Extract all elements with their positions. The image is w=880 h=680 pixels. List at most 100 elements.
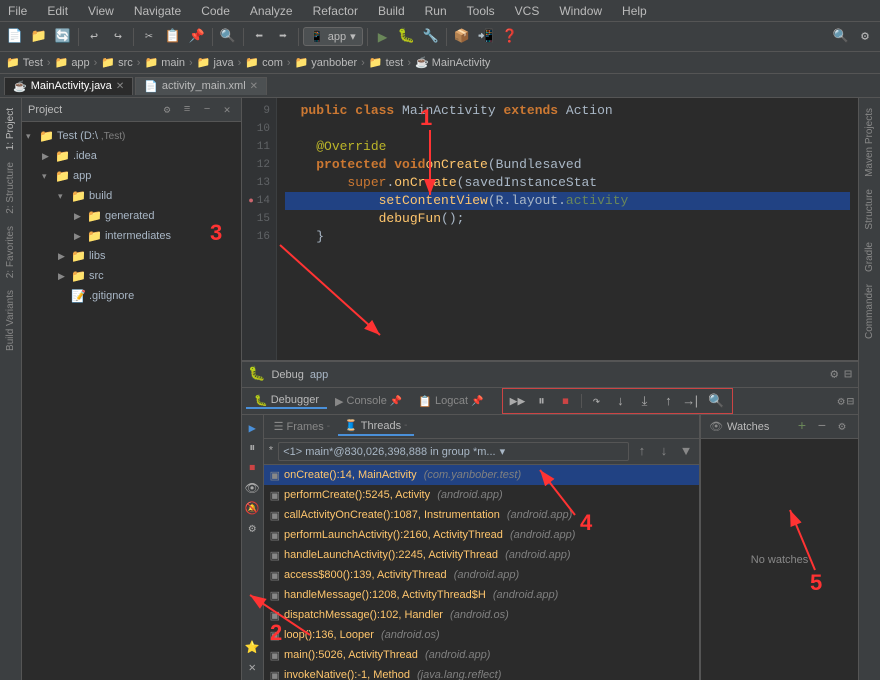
search-everywhere-btn[interactable]: 🔍: [830, 26, 852, 48]
threads-tab[interactable]: 🧵 Threads -: [338, 417, 413, 436]
new-file-btn[interactable]: 📄: [4, 26, 26, 48]
tab-mainactivity[interactable]: ☕ MainActivity.java ✕: [4, 77, 133, 95]
breadcrumb-main[interactable]: 📁 main: [144, 56, 185, 69]
tree-item-gitignore[interactable]: ▶ 📝 .gitignore: [22, 286, 241, 306]
force-step-into-btn[interactable]: ⤓: [634, 391, 656, 411]
menu-vcs[interactable]: VCS: [511, 2, 544, 20]
remove-watch-btn[interactable]: −: [814, 419, 830, 435]
menu-navigate[interactable]: Navigate: [130, 2, 185, 20]
breadcrumb-test[interactable]: 📁 Test: [6, 56, 43, 69]
settings-side-btn[interactable]: ⚙: [243, 519, 261, 537]
code-editor[interactable]: public class MainActivity extends Action…: [277, 98, 858, 360]
forward-btn[interactable]: ➡: [272, 26, 294, 48]
pause-side-btn[interactable]: ⏸: [243, 439, 261, 457]
open-btn[interactable]: 📁: [28, 26, 50, 48]
favorites-side-btn[interactable]: ⭐: [243, 638, 261, 656]
mute-side-btn[interactable]: 🔕: [243, 499, 261, 517]
tree-item-app[interactable]: ▾ 📁 app: [22, 166, 241, 186]
view-side-btn[interactable]: 👁: [243, 479, 261, 497]
frame-item-10[interactable]: ▣ invokeNative():-1, Method (java.lang.r…: [264, 665, 699, 680]
pin-console-icon[interactable]: 📌: [390, 396, 402, 407]
menu-window[interactable]: Window: [555, 2, 606, 20]
cut-btn[interactable]: ✂: [138, 26, 160, 48]
menu-tools[interactable]: Tools: [463, 2, 499, 20]
project-close-btn[interactable]: ✕: [219, 102, 235, 118]
tree-item-intermediates[interactable]: ▶ 📁 intermediates: [22, 226, 241, 246]
thread-dropdown[interactable]: <1> main*@830,026,398,888 in group *m...…: [278, 442, 629, 461]
attach-btn[interactable]: 🔧: [420, 26, 442, 48]
sync-btn[interactable]: 🔄: [52, 26, 74, 48]
watches-settings-btn[interactable]: ⚙: [834, 419, 850, 435]
sidebar-project-tab[interactable]: 1: Project: [3, 102, 18, 156]
up-filter-btn[interactable]: ↑: [633, 443, 651, 461]
tree-item-idea[interactable]: ▶ 📁 .idea: [22, 146, 241, 166]
run-btn[interactable]: ▶: [372, 26, 394, 48]
frame-item-2[interactable]: ▣ callActivityOnCreate():1087, Instrumen…: [264, 505, 699, 525]
app-selector[interactable]: 📱 app ▾: [303, 27, 363, 46]
find-btn[interactable]: 🔍: [217, 26, 239, 48]
frame-item-6[interactable]: ▣ handleMessage():1208, ActivityThread$H…: [264, 585, 699, 605]
restore-layout-btn[interactable]: ⊟: [844, 367, 852, 382]
pin-threads-icon[interactable]: -: [404, 420, 407, 431]
menu-help[interactable]: Help: [618, 2, 651, 20]
close-tab-btn[interactable]: ✕: [250, 81, 258, 92]
commander-panel[interactable]: Commander: [861, 278, 878, 345]
settings-btn[interactable]: ⚙: [854, 26, 876, 48]
frame-item-5[interactable]: ▣ access$800():139, ActivityThread (andr…: [264, 565, 699, 585]
step-out-btn[interactable]: ↑: [658, 391, 680, 411]
redo-btn[interactable]: ↪: [107, 26, 129, 48]
project-sync-btn[interactable]: ≡: [179, 102, 195, 118]
pin-btn[interactable]: ⊟: [847, 394, 854, 409]
tab-debugger[interactable]: 🐛 Debugger: [246, 394, 327, 409]
sidebar-structure-tab[interactable]: 2: Structure: [3, 156, 18, 220]
sdk-manager-btn[interactable]: 📦: [451, 26, 473, 48]
menu-code[interactable]: Code: [197, 2, 234, 20]
close-tab-btn[interactable]: ✕: [116, 81, 124, 92]
debug-btn[interactable]: 🐛: [396, 26, 418, 48]
frame-item-3[interactable]: ▣ performLaunchActivity():2160, Activity…: [264, 525, 699, 545]
tree-item-libs[interactable]: ▶ 📁 libs: [22, 246, 241, 266]
tab-logcat[interactable]: 📋 Logcat 📌: [410, 395, 491, 408]
tree-item-test[interactable]: ▾ 📁 Test (D:\ ,Test): [22, 126, 241, 146]
menu-view[interactable]: View: [84, 2, 118, 20]
gradle-panel[interactable]: Gradle: [861, 236, 878, 278]
close-side-btn[interactable]: ✕: [243, 658, 261, 676]
frame-item-0[interactable]: ▣ onCreate():14, MainActivity (com.yanbo…: [264, 465, 699, 485]
resume-btn[interactable]: ▶▶: [507, 391, 529, 411]
breadcrumb-yanbober[interactable]: 📁 yanbober: [295, 56, 358, 69]
help-btn[interactable]: ❓: [499, 26, 521, 48]
menu-refactor[interactable]: Refactor: [309, 2, 362, 20]
breadcrumb-com[interactable]: 📁 com: [245, 56, 283, 69]
tree-item-generated[interactable]: ▶ 📁 generated: [22, 206, 241, 226]
breadcrumb-src[interactable]: 📁 src: [101, 56, 132, 69]
undo-btn[interactable]: ↩: [83, 26, 105, 48]
menu-edit[interactable]: Edit: [43, 2, 72, 20]
filter-btn[interactable]: ▼: [677, 443, 695, 461]
breakpoint-icon[interactable]: ●: [248, 192, 253, 210]
tree-item-build[interactable]: ▾ 📁 build: [22, 186, 241, 206]
tab-activity-main-xml[interactable]: 📄 activity_main.xml ✕: [135, 77, 267, 95]
avd-manager-btn[interactable]: 📲: [475, 26, 497, 48]
tree-item-src[interactable]: ▶ 📁 src: [22, 266, 241, 286]
frame-item-8[interactable]: ▣ loop():136, Looper (android.os): [264, 625, 699, 645]
project-collapse-btn[interactable]: −: [199, 102, 215, 118]
menu-run[interactable]: Run: [421, 2, 451, 20]
pin-logcat-icon[interactable]: 📌: [471, 396, 483, 407]
tab-console[interactable]: ▶ Console 📌: [327, 395, 410, 408]
stop-side-btn[interactable]: ⏹: [243, 459, 261, 477]
frames-tab[interactable]: ☰ Frames -: [268, 418, 337, 435]
run-to-cursor-btn[interactable]: →|: [682, 391, 704, 411]
breadcrumb-testpkg[interactable]: 📁 test: [369, 56, 403, 69]
step-over-btn[interactable]: ↷: [586, 391, 608, 411]
evaluate-btn[interactable]: 🔍: [706, 391, 728, 411]
copy-btn[interactable]: 📋: [162, 26, 184, 48]
menu-analyze[interactable]: Analyze: [246, 2, 297, 20]
pin-frames-icon[interactable]: -: [327, 421, 330, 432]
add-watch-btn[interactable]: +: [794, 419, 810, 435]
frame-item-9[interactable]: ▣ main():5026, ActivityThread (android.a…: [264, 645, 699, 665]
restore-btn[interactable]: ⚙: [838, 394, 845, 409]
breadcrumb-mainactivity[interactable]: ☕ MainActivity: [415, 56, 490, 69]
maven-projects-panel[interactable]: Maven Projects: [861, 102, 878, 183]
breadcrumb-java[interactable]: 📁 java: [197, 56, 234, 69]
step-into-btn[interactable]: ↓: [610, 391, 632, 411]
